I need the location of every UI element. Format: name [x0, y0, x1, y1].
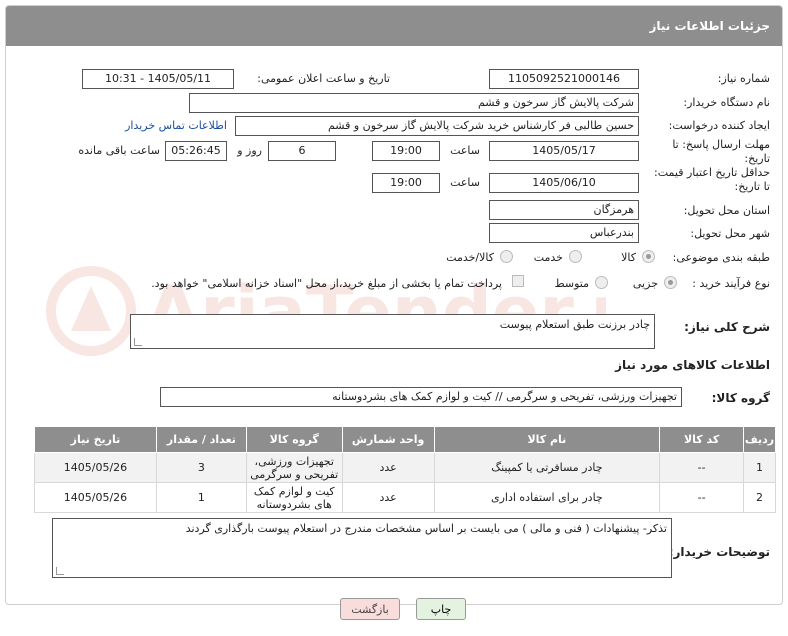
validity-label: حداقل تاریخ اعتبار قیمت: [654, 166, 770, 179]
panel-header: جزئیات اطلاعات نیاز [6, 6, 782, 46]
deadline-date-field: 1405/05/17 [489, 141, 639, 161]
process-option-medium: متوسط [554, 277, 589, 290]
description-label: شرح کلی نیاز: [684, 320, 770, 334]
cell-name: چادر برای استفاده اداری [433, 482, 661, 513]
process-label: نوع فرآیند خرید : [692, 277, 770, 290]
process-radio-minor[interactable] [664, 276, 677, 289]
deadline-time-field: 19:00 [372, 141, 440, 161]
deadline-label-2: تاریخ: [744, 152, 770, 165]
col-group: گروه کالا [245, 426, 343, 453]
goods-section-title: اطلاعات کالاهای مورد نیاز [615, 358, 770, 372]
validity-time-label: ساعت [450, 176, 480, 189]
validity-date-field: 1405/06/10 [489, 173, 639, 193]
need-number-field: 1105092521000146 [489, 69, 639, 89]
back-button[interactable]: بازگشت [340, 598, 400, 620]
table-row: 1 -- چادر مسافرتی یا کمپینگ عدد تجهیزات … [34, 452, 776, 483]
cell-code: -- [659, 452, 745, 483]
cell-qty: 1 [155, 482, 247, 513]
cell-code: -- [659, 482, 745, 513]
description-field: چادر برزنت طبق استعلام پیوست [130, 314, 655, 349]
cell-row: 1 [743, 452, 776, 483]
buyer-notes-field: تذکر- پیشنهادات ( فنی و مالی ) می بایست … [52, 518, 672, 578]
announce-label: تاریخ و ساعت اعلان عمومی: [257, 72, 390, 85]
goods-table: ردیف کد کالا نام کالا واحد شمارش گروه کا… [34, 426, 776, 513]
details-panel: جزئیات اطلاعات نیاز AriaTender.neT شماره… [5, 5, 783, 605]
cell-name: چادر مسافرتی یا کمپینگ [433, 452, 661, 483]
category-radio-goods[interactable] [642, 250, 655, 263]
cell-date: 1405/05/26 [34, 482, 157, 513]
col-name: نام کالا [433, 426, 661, 453]
city-label: شهر محل تحویل: [690, 227, 770, 240]
resize-handle-icon[interactable] [56, 567, 64, 575]
buyer-org-field: شرکت پالایش گاز سرخون و قشم [189, 93, 639, 113]
col-date: تاریخ نیاز [34, 426, 157, 453]
watermark-logo-icon: AriaTender.neT [46, 266, 606, 356]
cell-group: کیت و لوازم کمک های بشردوستانه [245, 482, 343, 513]
requester-field: حسین طالبی فر کارشناس خرید شرکت پالایش گ… [235, 116, 639, 136]
remaining-time-field: 05:26:45 [165, 141, 227, 161]
requester-label: ایجاد کننده درخواست: [668, 119, 770, 132]
cell-qty: 3 [155, 452, 247, 483]
category-radio-both[interactable] [500, 250, 513, 263]
payment-note: پرداخت تمام یا بخشی از مبلغ خرید،از محل … [151, 277, 502, 290]
description-text: چادر برزنت طبق استعلام پیوست [499, 318, 650, 331]
buyer-notes-label: توضیحات خریدار: [668, 545, 770, 559]
city-field: بندرعباس [489, 223, 639, 243]
category-label: طبقه بندی موضوعی: [672, 251, 770, 264]
category-option-both: کالا/خدمت [446, 251, 494, 264]
col-unit: واحد شمارش [341, 426, 435, 453]
cell-unit: عدد [341, 482, 435, 513]
category-option-goods: کالا [621, 251, 636, 264]
buyer-contact-link[interactable]: اطلاعات تماس خریدار [125, 119, 227, 132]
col-code: کد کالا [659, 426, 745, 453]
category-radio-service[interactable] [569, 250, 582, 263]
col-row: ردیف [743, 426, 776, 453]
validity-time-field: 19:00 [372, 173, 440, 193]
payment-checkbox[interactable] [512, 275, 524, 287]
deadline-label: مهلت ارسال پاسخ: تا [672, 138, 770, 151]
process-radio-medium[interactable] [595, 276, 608, 289]
cell-unit: عدد [341, 452, 435, 483]
process-option-minor: جزیی [632, 277, 658, 290]
days-field: 6 [268, 141, 336, 161]
col-qty: تعداد / مقدار [155, 426, 247, 453]
print-button[interactable]: چاپ [416, 598, 466, 620]
panel-title: جزئیات اطلاعات نیاز [649, 19, 770, 33]
buyer-org-label: نام دستگاه خریدار: [683, 96, 770, 109]
cell-date: 1405/05/26 [34, 452, 157, 483]
goods-group-label: گروه کالا: [711, 391, 770, 405]
announce-field: 1405/05/11 - 10:31 [82, 69, 234, 89]
cell-group: تجهیزات ورزشی، تفریحی و سرگرمی [245, 452, 343, 483]
days-label: روز و [237, 144, 262, 157]
buyer-notes-text: تذکر- پیشنهادات ( فنی و مالی ) می بایست … [185, 522, 667, 535]
category-option-service: خدمت [533, 251, 563, 264]
cell-row: 2 [743, 482, 776, 513]
need-number-label: شماره نیاز: [717, 72, 770, 85]
province-field: هرمزگان [489, 200, 639, 220]
deadline-time-label: ساعت [450, 144, 480, 157]
goods-group-field: تجهیزات ورزشی، تفریحی و سرگرمی // کیت و … [160, 387, 682, 407]
table-row: 2 -- چادر برای استفاده اداری عدد کیت و ل… [34, 482, 776, 513]
resize-handle-icon[interactable] [134, 338, 142, 346]
goods-table-header: ردیف کد کالا نام کالا واحد شمارش گروه کا… [34, 426, 776, 453]
remaining-label: ساعت باقی مانده [78, 144, 160, 157]
province-label: استان محل تحویل: [683, 204, 770, 217]
validity-label-2: تا تاریخ: [734, 180, 770, 193]
